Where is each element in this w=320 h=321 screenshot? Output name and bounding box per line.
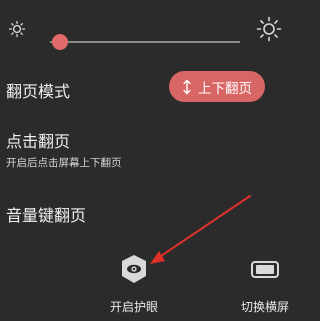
sun-large-icon [256,16,282,42]
landscape-toggle-button[interactable]: 切换横屏 [225,254,305,315]
page-mode-button[interactable]: 上下翻页 [169,71,265,102]
page-mode-label: 翻页模式 [6,82,71,101]
tap-page-description: 开启后点击屏幕上下翻页 [6,157,122,169]
landscape-phone-icon [251,261,279,278]
tap-page-label[interactable]: 点击翻页 [6,128,70,152]
page-mode-button-label: 上下翻页 [198,80,252,97]
volume-page-label[interactable]: 音量键翻页 [6,202,86,226]
eye-protection-button[interactable]: 开启护眼 [94,254,174,315]
eye-shield-icon [122,255,146,283]
eye-protection-label: 开启护眼 [109,300,158,314]
brightness-track[interactable] [50,41,240,43]
brightness-control [0,12,300,50]
brightness-slider-thumb[interactable] [51,34,68,50]
landscape-toggle-label: 切换横屏 [240,300,289,314]
sun-small-icon [8,20,26,38]
vertical-arrows-icon [183,79,191,94]
